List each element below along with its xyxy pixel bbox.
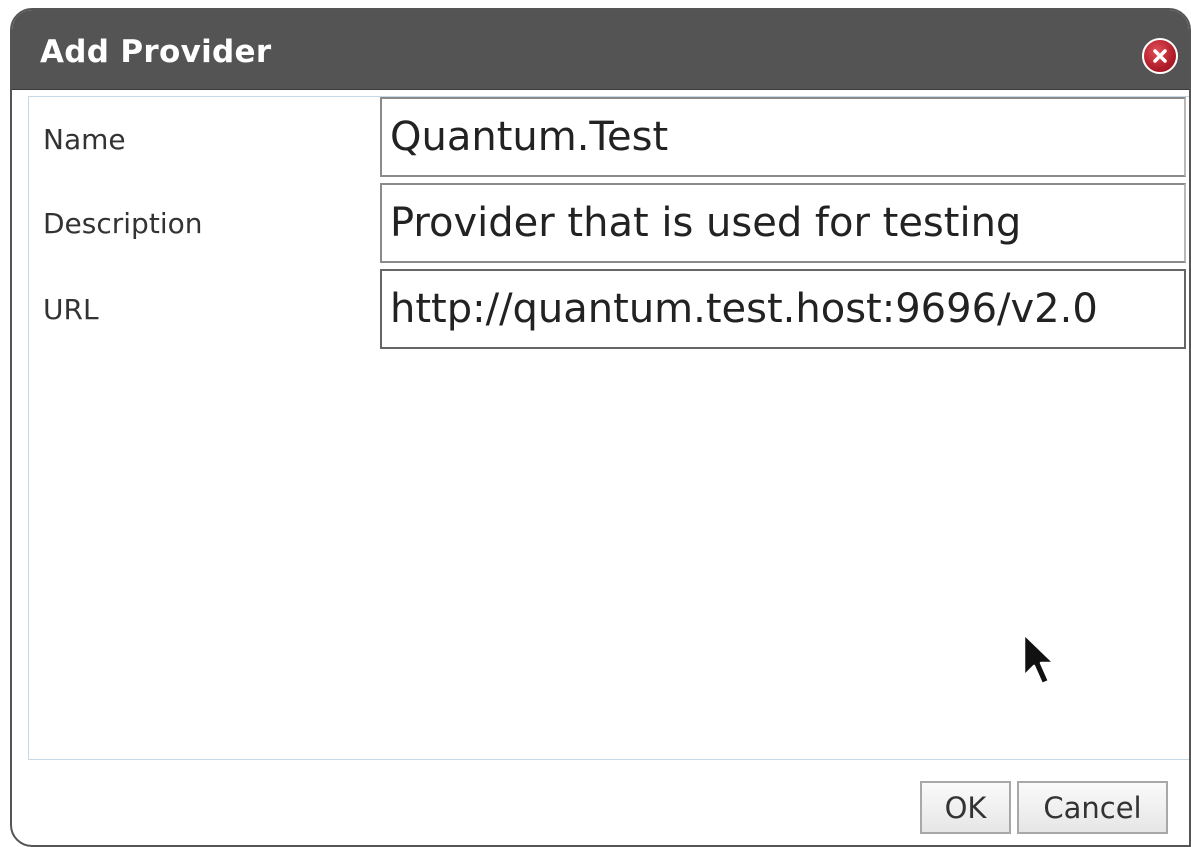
ok-button[interactable]: OK [920,781,1011,834]
description-label: Description [43,207,203,240]
url-label: URL [43,293,99,326]
name-label: Name [43,123,126,156]
close-button[interactable] [1142,38,1178,74]
close-icon [1153,49,1167,63]
dialog-titlebar[interactable]: Add Provider [12,10,1189,90]
cancel-button[interactable]: Cancel [1017,781,1168,834]
name-field[interactable] [380,97,1186,177]
mouse-pointer-icon [1022,632,1056,686]
dialog-footer: OK Cancel [12,762,1189,845]
name-row: Name [29,97,1189,177]
url-row: URL [29,269,1189,349]
url-field[interactable] [380,269,1186,349]
form-panel: Name Description URL [28,96,1189,760]
dialog-title: Add Provider [40,34,272,70]
description-field[interactable] [380,183,1186,263]
description-row: Description [29,183,1189,263]
add-provider-dialog: Add Provider Name Description URL OK Can… [10,8,1191,847]
